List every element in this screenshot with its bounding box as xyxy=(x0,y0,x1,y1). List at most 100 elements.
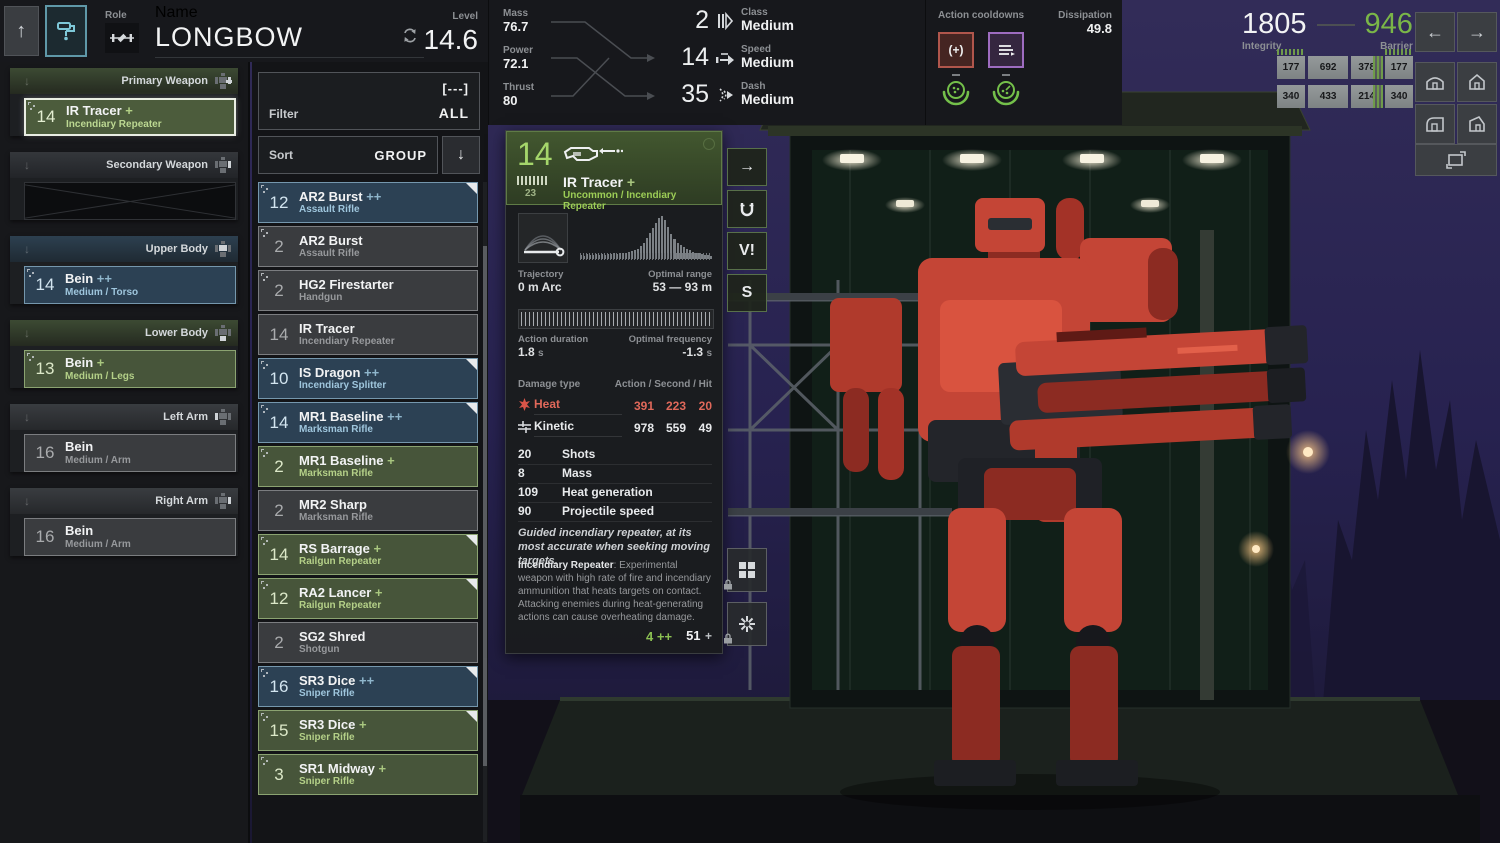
dash-row: 35 Dash Medium xyxy=(653,80,794,109)
hangar-shed-button[interactable] xyxy=(1457,104,1497,144)
module-grid-button[interactable] xyxy=(727,548,767,592)
kinetic-icon xyxy=(518,420,534,436)
back-up-button[interactable]: ↑ xyxy=(4,6,39,56)
damage-type: Kinetic xyxy=(534,419,622,437)
item-plus: + xyxy=(378,761,386,776)
power-stat: Power 72.1 xyxy=(503,45,533,71)
role-selector[interactable] xyxy=(105,23,139,53)
slot-header-label: Lower Body xyxy=(145,327,208,339)
randomize-name-button[interactable] xyxy=(402,28,424,47)
thrust-label: Thrust xyxy=(503,82,534,93)
item-name: Bein xyxy=(65,439,93,454)
prev-unit-button[interactable]: ← xyxy=(1415,12,1455,52)
rating-value: 4 ++ xyxy=(646,629,672,644)
list-item[interactable]: 2 MR1 Baseline + Marksman Rifle xyxy=(258,446,478,487)
grid-icon xyxy=(738,561,756,579)
part-icon-upper-body xyxy=(214,240,232,258)
dissipation: Dissipation 49.8 xyxy=(1058,10,1112,36)
list-item[interactable]: 3 SR1 Midway + Sniper Rifle xyxy=(258,754,478,795)
slot-header: ↓ Lower Body xyxy=(10,320,238,346)
equipped-right-arm[interactable]: 16 Bein Medium / Arm xyxy=(24,518,236,556)
filter-control[interactable]: Filter [---] ALL xyxy=(258,72,480,130)
list-item[interactable]: 10 IS Dragon ++ Incendiary Splitter xyxy=(258,358,478,399)
detail-level: 14 xyxy=(517,136,553,173)
sort-control[interactable]: Sort GROUP xyxy=(258,136,438,174)
equipped-left-arm[interactable]: 16 Bein Medium / Arm xyxy=(24,434,236,472)
armor-cell: 214 xyxy=(1351,85,1382,108)
item-name: MR1 Baseline xyxy=(299,453,384,468)
expand-view-button[interactable] xyxy=(1415,144,1497,176)
list-item[interactable]: 2 MR2 Sharp Marksman Rifle xyxy=(258,490,478,531)
trajectory-label: Trajectory xyxy=(518,269,563,280)
item-name: SR3 Dice xyxy=(299,717,355,732)
item-level: 12 xyxy=(259,193,299,213)
next-unit-button[interactable]: → xyxy=(1457,12,1497,52)
cooldown-slot-heat[interactable]: (+) xyxy=(938,32,974,68)
weapon-icon xyxy=(563,142,623,173)
list-item[interactable]: 16 SR3 Dice ++ Sniper Rifle xyxy=(258,666,478,707)
list-item[interactable]: 14 RS Barrage + Railgun Repeater xyxy=(258,534,478,575)
slot-header: ↓ Left Arm xyxy=(10,404,238,430)
equipped-lower-body[interactable]: 13 Bein + Medium / Legs xyxy=(24,350,236,388)
name-field[interactable]: Name LONGBOW xyxy=(155,4,424,58)
list-item[interactable]: 2 SG2 Shred Shotgun xyxy=(258,622,478,663)
damage-table-header: Damage type Action / Second / Hit xyxy=(518,379,712,390)
asterisk-icon xyxy=(738,615,756,633)
optimal-range-label: Optimal range xyxy=(648,269,712,280)
chevron-down-icon: ↓ xyxy=(24,326,30,340)
item-plus: + xyxy=(125,103,133,118)
item-level: 16 xyxy=(25,443,65,463)
paint-customize-button[interactable] xyxy=(45,5,87,57)
list-item[interactable]: 15 SR3 Dice + Sniper Rifle xyxy=(258,710,478,751)
item-level: 2 xyxy=(259,281,299,301)
hangar-house-button[interactable] xyxy=(1457,62,1497,102)
variant-button[interactable]: V! xyxy=(727,232,767,270)
item-name: RA2 Lancer xyxy=(299,585,371,600)
item-name: SG2 Shred xyxy=(299,629,365,644)
equipped-primary-weapon[interactable]: 14 IR Tracer + Incendiary Repeater xyxy=(24,98,236,136)
slot-primary-weapon: ↓ Primary Weapon 14 IR Tracer + Incendia… xyxy=(10,68,238,136)
item-subtitle: Medium / Arm xyxy=(65,539,131,550)
item-subtitle: Medium / Torso xyxy=(65,287,138,298)
module-star-button[interactable] xyxy=(727,602,767,646)
slot-header: ↓ Right Arm xyxy=(10,488,238,514)
lock-icon xyxy=(723,577,733,595)
sort-direction-button[interactable]: ↓ xyxy=(442,136,480,174)
item-plus: + xyxy=(373,541,381,556)
empty-secondary-slot[interactable] xyxy=(24,182,236,220)
item-subtitle: Handgun xyxy=(299,292,394,303)
scrollbar-thumb[interactable] xyxy=(483,246,487,766)
equipped-upper-body[interactable]: 14 Bein ++ Medium / Torso xyxy=(24,266,236,304)
item-name: AR2 Burst xyxy=(299,189,363,204)
magnet-link-button[interactable] xyxy=(727,190,767,228)
equip-button[interactable]: → xyxy=(727,148,767,186)
item-subtitle: Marksman Rifle xyxy=(299,424,402,435)
scrollbar[interactable] xyxy=(483,182,487,842)
slot-left-arm: ↓ Left Arm 16 Bein Medium / Arm xyxy=(10,404,238,472)
slot-header: ↓ Upper Body xyxy=(10,236,238,262)
damage-type-col: Damage type xyxy=(518,379,580,390)
skin-button[interactable]: S xyxy=(727,274,767,312)
integrity-value: 1805 xyxy=(1242,8,1307,41)
unit-name: LONGBOW xyxy=(155,22,303,53)
speed-icon xyxy=(715,50,735,66)
detail-title: IR Tracer xyxy=(563,174,623,190)
list-item[interactable]: 14 MR1 Baseline ++ Marksman Rifle xyxy=(258,402,478,443)
chevron-down-icon: ↓ xyxy=(24,74,30,88)
left-arrow-icon: ← xyxy=(1426,22,1444,43)
armor-cell: 340 xyxy=(1385,85,1413,108)
integrity-barrier: 1805 Integrity 946 Barrier xyxy=(1242,8,1413,52)
list-item[interactable]: 12 AR2 Burst ++ Assault Rifle xyxy=(258,182,478,223)
hangar-dome-button[interactable] xyxy=(1415,62,1455,102)
list-item[interactable]: 2 AR2 Burst Assault Rifle xyxy=(258,226,478,267)
inventory-panel: Filter [---] ALL Sort GROUP ↓ 12 AR2 Bur… xyxy=(252,62,488,843)
hangar-barn-button[interactable] xyxy=(1415,104,1455,144)
action-duration-value: 1.8 s xyxy=(518,345,544,359)
list-item[interactable]: 12 RA2 Lancer + Railgun Repeater xyxy=(258,578,478,619)
list-item[interactable]: 14 IR Tracer Incendiary Repeater xyxy=(258,314,478,355)
armor-cell: 378 xyxy=(1351,56,1382,79)
list-item[interactable]: 2 HG2 Firestarter Handgun xyxy=(258,270,478,311)
cooldown-slot-buff[interactable] xyxy=(988,32,1024,68)
part-icon-primary-weapon xyxy=(214,72,232,90)
down-arrow-icon: ↓ xyxy=(457,146,465,164)
